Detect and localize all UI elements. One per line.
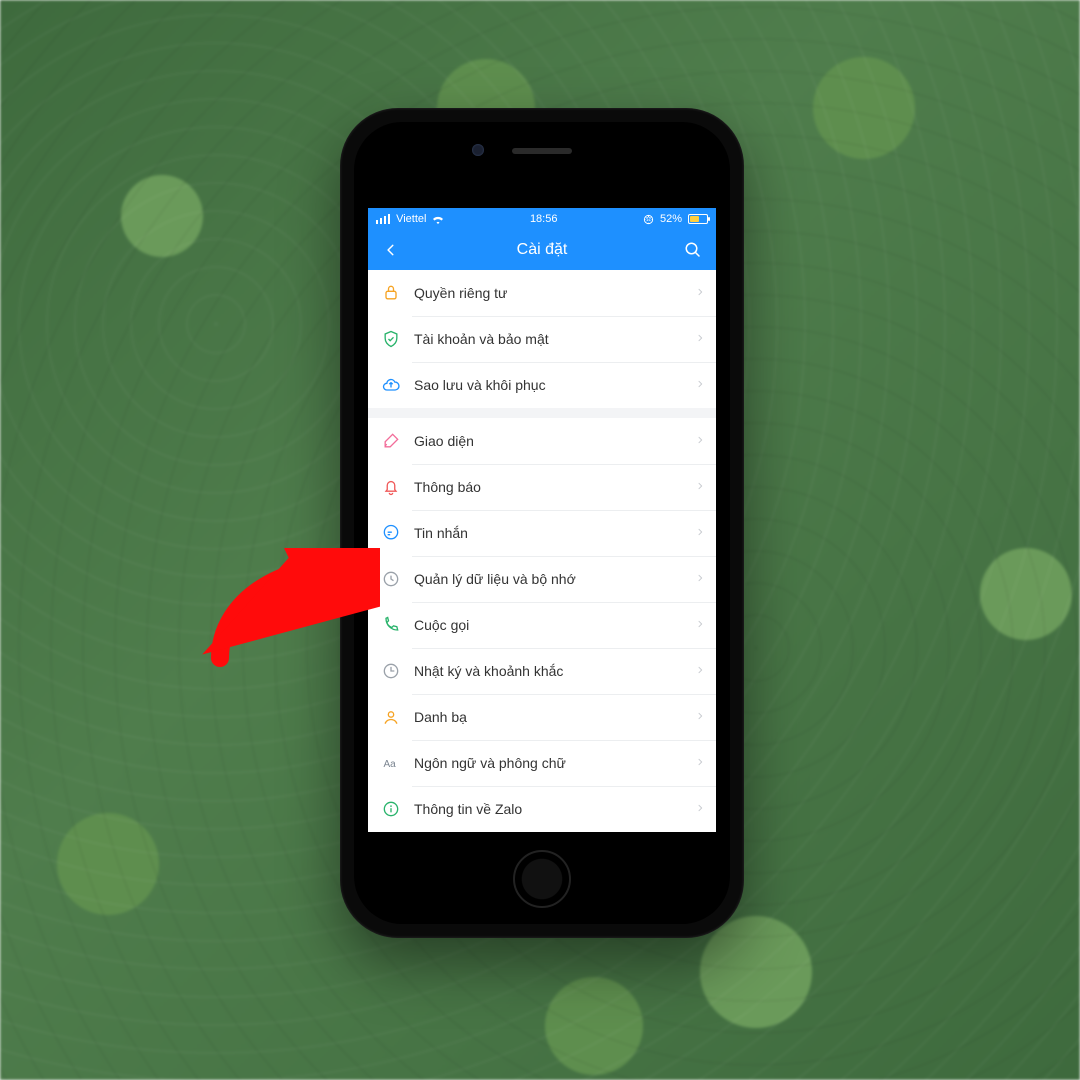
settings-row-storage[interactable]: Quản lý dữ liệu và bộ nhớ — [368, 556, 716, 602]
settings-row-label: Sao lưu và khôi phục — [414, 377, 696, 393]
phone-frame: Viettel 18:56 52% Cài đặt — [340, 108, 744, 938]
settings-row-backup[interactable]: Sao lưu và khôi phục — [368, 362, 716, 408]
chevron-right-icon — [696, 709, 704, 725]
settings-row-label: Nhật ký và khoảnh khắc — [414, 663, 696, 679]
chevron-right-icon — [696, 525, 704, 541]
chevron-right-icon — [696, 479, 704, 495]
settings-list[interactable]: Quyền riêng tư Tài khoản và bảo mật Sao lư… — [368, 270, 716, 832]
settings-row-account[interactable]: Tài khoản và bảo mật — [368, 316, 716, 362]
settings-row-privacy[interactable]: Quyền riêng tư — [368, 270, 716, 316]
phone-icon — [380, 614, 402, 636]
lock-icon — [380, 282, 402, 304]
front-camera — [472, 144, 484, 156]
bell-icon — [380, 476, 402, 498]
settings-row-label: Ngôn ngữ và phông chữ — [414, 755, 696, 771]
shield-icon — [380, 328, 402, 350]
chat-icon — [380, 522, 402, 544]
brush-icon — [380, 430, 402, 452]
chevron-right-icon — [696, 571, 704, 587]
info-icon — [380, 798, 402, 820]
chevron-right-icon — [696, 331, 704, 347]
font-icon: Aa — [380, 752, 402, 774]
nav-bar: Cài đặt — [368, 230, 716, 270]
settings-group: Quyền riêng tư Tài khoản và bảo mật Sao lư… — [368, 270, 716, 408]
clock-icon — [380, 568, 402, 590]
location-icon — [643, 214, 654, 225]
settings-row-label: Quản lý dữ liệu và bộ nhớ — [414, 571, 696, 587]
clock-label: 18:56 — [530, 213, 558, 225]
settings-row-calls[interactable]: Cuộc gọi — [368, 602, 716, 648]
battery-icon — [688, 214, 708, 224]
wifi-icon — [432, 215, 444, 224]
settings-row-label: Danh bạ — [414, 709, 696, 725]
search-icon — [684, 241, 702, 259]
settings-row-label: Thông báo — [414, 479, 696, 495]
chevron-right-icon — [696, 801, 704, 817]
chevron-right-icon — [696, 617, 704, 633]
home-button[interactable] — [513, 850, 571, 908]
settings-row-label: Tin nhắn — [414, 525, 696, 541]
chevron-right-icon — [696, 433, 704, 449]
back-button[interactable] — [374, 230, 408, 270]
settings-row-label: Tài khoản và bảo mật — [414, 331, 696, 347]
screen: Viettel 18:56 52% Cài đặt — [368, 208, 716, 832]
page-title: Cài đặt — [517, 241, 568, 259]
settings-row-label: Thông tin về Zalo — [414, 801, 696, 817]
chevron-left-icon — [384, 241, 398, 259]
signal-icon — [376, 214, 390, 224]
settings-row-label: Quyền riêng tư — [414, 285, 696, 301]
settings-group: Giao diện Thông báo Tin nhắn Quản lý dữ liệ… — [368, 418, 716, 832]
settings-row-label: Giao diện — [414, 433, 696, 449]
settings-row-language[interactable]: Aa Ngôn ngữ và phông chữ — [368, 740, 716, 786]
contact-icon — [380, 706, 402, 728]
chevron-right-icon — [696, 377, 704, 393]
settings-row-label: Cuộc gọi — [414, 617, 696, 633]
phone-inner: Viettel 18:56 52% Cài đặt — [354, 122, 730, 924]
carrier-label: Viettel — [396, 213, 426, 225]
svg-text:Aa: Aa — [384, 759, 397, 770]
chevron-right-icon — [696, 663, 704, 679]
settings-row-messages[interactable]: Tin nhắn — [368, 510, 716, 556]
chevron-right-icon — [696, 755, 704, 771]
settings-row-contacts[interactable]: Danh bạ — [368, 694, 716, 740]
time-icon — [380, 660, 402, 682]
settings-row-theme[interactable]: Giao diện — [368, 418, 716, 464]
battery-percent-label: 52% — [660, 213, 682, 225]
cloud-icon — [380, 374, 402, 396]
settings-row-diary[interactable]: Nhật ký và khoảnh khắc — [368, 648, 716, 694]
earpiece-speaker — [512, 148, 572, 154]
chevron-right-icon — [696, 285, 704, 301]
search-button[interactable] — [676, 230, 710, 270]
status-bar: Viettel 18:56 52% — [368, 208, 716, 230]
settings-row-notif[interactable]: Thông báo — [368, 464, 716, 510]
settings-row-about[interactable]: Thông tin về Zalo — [368, 786, 716, 832]
